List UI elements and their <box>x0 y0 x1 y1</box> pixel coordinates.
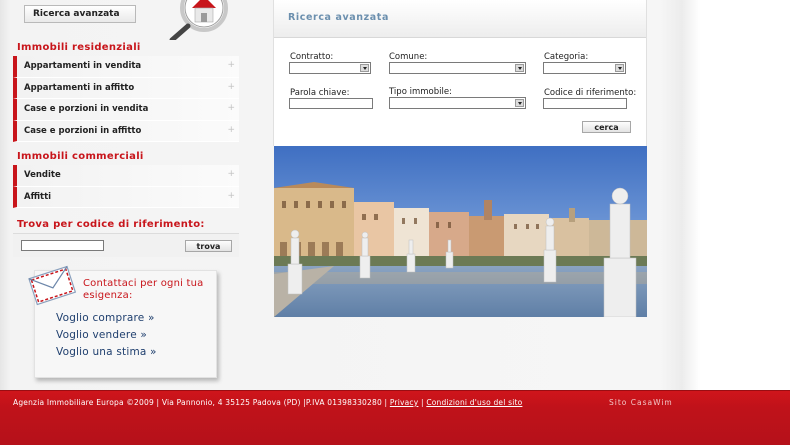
padova-square-photo <box>274 146 647 317</box>
property-type-label: Tipo immobile: <box>389 87 452 97</box>
plus-icon: + <box>227 169 235 179</box>
chevron-down-icon <box>615 64 624 72</box>
casawim-site-link[interactable]: Sito CasaWim <box>609 398 673 407</box>
menu-item-apartments-rent[interactable]: Appartamenti in affitto + <box>13 77 239 99</box>
menu-item-label: Appartamenti in affitto <box>24 82 135 93</box>
company-info: Agenzia Immobiliare Europa ©2009 | Via P… <box>13 398 388 407</box>
menu-item-label: Affitti <box>24 191 52 202</box>
category-select[interactable] <box>543 62 626 74</box>
chevron-down-icon <box>360 64 369 72</box>
residential-menu: Appartamenti in vendita + Appartamenti in… <box>13 56 239 142</box>
contact-title: Contattaci per ogni tua esigenza: <box>83 278 204 301</box>
advanced-search-button[interactable]: Ricerca avanzata <box>24 5 136 23</box>
keyword-input[interactable] <box>289 98 373 109</box>
envelope-icon <box>28 265 77 306</box>
residential-title: Immobili residenziali <box>17 42 141 53</box>
link-sell[interactable]: Voglio vendere » <box>56 329 147 341</box>
magnifier-house-icon <box>166 0 240 40</box>
menu-item-commercial-sales[interactable]: Vendite + <box>13 165 239 187</box>
menu-item-label: Appartamenti in vendita <box>24 61 142 72</box>
plus-icon: + <box>227 81 235 92</box>
code-search-title: Trova per codice di riferimento: <box>17 219 205 230</box>
category-label: Categoria: <box>544 52 589 62</box>
footer-separator: | <box>421 398 424 407</box>
property-type-select[interactable] <box>389 97 526 109</box>
reference-code-field[interactable] <box>543 98 627 109</box>
code-search-box: trova <box>13 233 239 257</box>
reference-code-label: Codice di riferimento: <box>544 88 637 98</box>
footer-info: Agenzia Immobiliare Europa ©2009 | Via P… <box>13 398 522 407</box>
menu-item-apartments-sale[interactable]: Appartamenti in vendita + <box>13 56 239 78</box>
municipality-label: Comune: <box>389 52 428 62</box>
search-button[interactable]: cerca <box>582 121 631 133</box>
footer: Agenzia Immobiliare Europa ©2009 | Via P… <box>0 390 790 445</box>
menu-item-commercial-rentals[interactable]: Affitti + <box>13 186 239 208</box>
menu-item-label: Vendite <box>24 170 61 181</box>
menu-item-label: Case e porzioni in affitto <box>24 125 142 136</box>
contract-select[interactable] <box>289 62 371 74</box>
contract-label: Contratto: <box>290 52 334 62</box>
find-button[interactable]: trova <box>185 240 232 252</box>
link-valuation[interactable]: Voglio una stima » <box>56 346 157 358</box>
commercial-menu: Vendite + Affitti + <box>13 165 239 208</box>
menu-item-label: Case e porzioni in vendita <box>24 104 149 115</box>
chevron-down-icon <box>515 99 524 107</box>
commercial-title: Immobili commerciali <box>17 151 144 162</box>
reference-code-input[interactable] <box>21 240 104 251</box>
panel-header: Ricerca avanzata <box>274 0 646 38</box>
plus-icon: + <box>227 103 235 113</box>
plus-icon: + <box>227 124 235 135</box>
link-buy[interactable]: Voglio comprare » <box>56 312 155 324</box>
panel-title: Ricerca avanzata <box>288 12 389 23</box>
menu-item-houses-rent[interactable]: Case e porzioni in affitto + <box>13 120 239 142</box>
terms-link[interactable]: Condizioni d'uso del sito <box>426 398 522 407</box>
plus-icon: + <box>227 190 235 201</box>
chevron-down-icon <box>515 64 524 72</box>
plus-icon: + <box>227 60 235 70</box>
keyword-label: Parola chiave: <box>290 88 350 98</box>
privacy-link[interactable]: Privacy <box>390 398 419 407</box>
menu-item-houses-sale[interactable]: Case e porzioni in vendita + <box>13 99 239 121</box>
municipality-select[interactable] <box>389 62 526 74</box>
